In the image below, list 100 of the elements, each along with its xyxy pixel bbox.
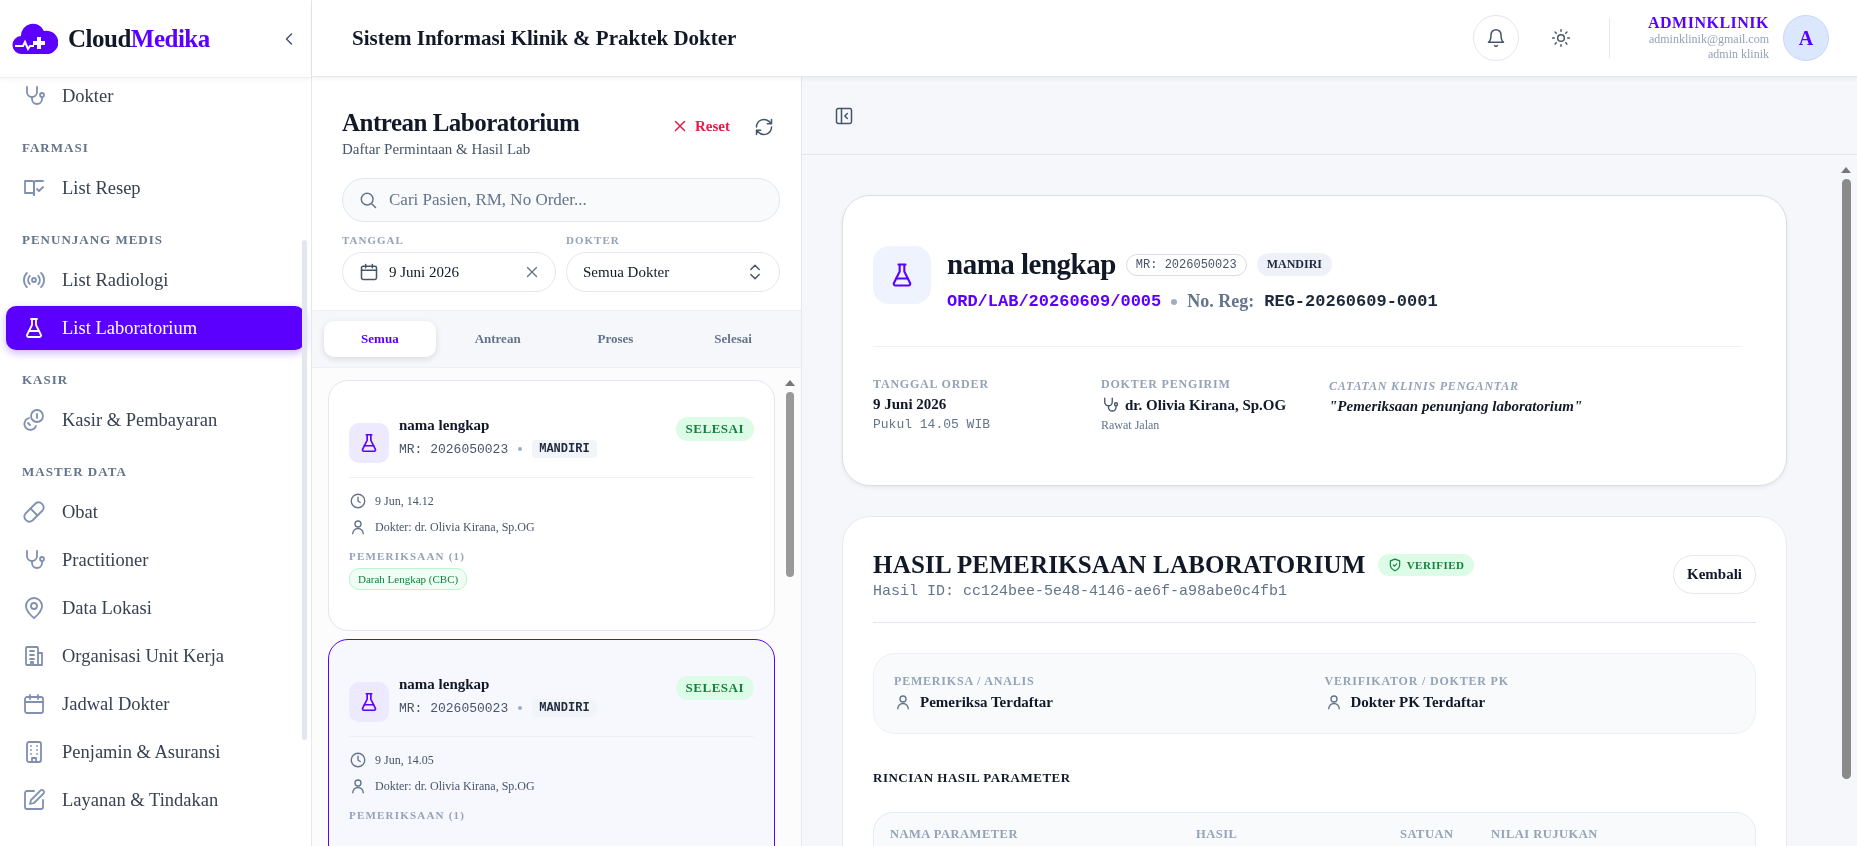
- user-icon: [349, 777, 367, 795]
- column-header: NILAI RUJUKAN: [1491, 827, 1599, 842]
- field-subtext: Pukul 14.05 WIB: [873, 417, 992, 432]
- order-card[interactable]: nama lengkap MR: 2026050023 MANDIRI SELESAI 9 Jun, 14.12 Dokter: dr. Olivia Kirana, Sp.OG PEMERIKSAAN (1) Darah Lengkap (CBC): [328, 380, 775, 631]
- doctor-select[interactable]: Semua Dokter: [566, 252, 780, 292]
- coins-icon: [22, 408, 46, 432]
- filter-tab[interactable]: Semua: [324, 321, 436, 357]
- scrollbar-thumb[interactable]: [1841, 179, 1851, 779]
- clock-icon: [349, 751, 367, 769]
- doctor-name: Dokter: dr. Olivia Kirana, Sp.OG: [375, 519, 535, 535]
- pill-icon: [22, 500, 46, 524]
- scrollbar-thumb[interactable]: [786, 392, 794, 577]
- bell-icon: [1485, 28, 1506, 48]
- filter-label: DOKTER: [566, 234, 621, 246]
- order-time: 9 Jun, 14.12: [375, 493, 434, 509]
- sidebar-item[interactable]: List Radiologi: [6, 258, 305, 302]
- patient-name: nama lengkap: [399, 417, 491, 434]
- scroll-up-arrow-icon[interactable]: [785, 380, 795, 386]
- column-header: SATUAN: [1400, 827, 1455, 842]
- shield-check-icon: [1387, 558, 1402, 572]
- filter-tab[interactable]: Proses: [559, 321, 672, 357]
- order-time: 9 Jun, 14.05: [375, 752, 434, 768]
- field-subtext: Rawat Jalan: [1101, 418, 1161, 433]
- status-badge: SELESAI: [675, 417, 754, 441]
- payer-badge: MANDIRI: [532, 699, 597, 717]
- sidebar-item[interactable]: Layanan & Tindakan: [6, 778, 305, 822]
- column-header: NAMA PARAMETER: [890, 827, 1019, 842]
- staff-name: Pemeriksa Terdaftar: [920, 693, 1053, 711]
- result-title: HASIL PEMERIKSAAN LABORATORIUM: [873, 551, 1366, 579]
- panel-subtitle: Daftar Permintaan & Hasil Lab: [342, 141, 532, 158]
- scroll-up-arrow-icon[interactable]: [1841, 167, 1851, 173]
- sidebar-item[interactable]: List Resep: [6, 166, 305, 210]
- clinical-note: "Pemeriksaan penunjang laboratorium": [1329, 398, 1583, 415]
- verified-badge: VERIFIED: [1377, 554, 1475, 576]
- exam-tag: Darah Lengkap (CBC): [349, 568, 468, 590]
- panel-title: Antrean Laboratorium: [342, 109, 580, 137]
- section-heading: KASIR: [21, 371, 70, 389]
- sidebar-item[interactable]: Data Lokasi: [6, 586, 305, 630]
- field-value: dr. Olivia Kirana, Sp.OG: [1125, 396, 1287, 414]
- staff-label: PEMERIKSA / ANALIS: [894, 674, 1036, 689]
- date-field[interactable]: 9 Juni 2026: [342, 252, 556, 292]
- refresh-icon: [754, 117, 774, 137]
- sidebar-item[interactable]: Practitioner: [6, 538, 305, 582]
- filter-tab[interactable]: Selesai: [677, 321, 789, 357]
- payer-badge: MANDIRI: [532, 440, 597, 458]
- toggle-panel-button[interactable]: [834, 105, 854, 126]
- user-avatar: A: [1783, 15, 1829, 61]
- staff-label: VERIFIKATOR / DOKTER PK: [1324, 674, 1510, 689]
- field-value: 9 Juni 2026: [873, 396, 948, 413]
- user-icon: [894, 693, 912, 711]
- refresh-button[interactable]: [754, 117, 774, 137]
- notification-button[interactable]: [1472, 15, 1519, 61]
- sidebar-item[interactable]: Penjamin & Asuransi: [6, 730, 305, 774]
- filter-tab[interactable]: Antrean: [441, 321, 554, 357]
- user-name: ADMINKLINIK: [1647, 14, 1769, 32]
- result-id: Hasil ID: cc124bee-5e48-4146-ae6f-a98abe0c4fb1: [873, 583, 1289, 600]
- separator-dot: [518, 706, 523, 710]
- edit-icon: [22, 788, 46, 812]
- column-header: HASIL: [1196, 827, 1239, 842]
- sidebar-item[interactable]: Organisasi Unit Kerja: [6, 634, 305, 678]
- exam-heading: PEMERIKSAAN (1): [349, 550, 467, 562]
- sidebar-item[interactable]: Kasir & Pembayaran: [6, 398, 305, 442]
- building-icon: [22, 644, 46, 668]
- theme-toggle-button[interactable]: [1550, 28, 1571, 48]
- separator-dot: [1171, 298, 1178, 305]
- status-badge: SELESAI: [675, 676, 754, 700]
- sidebar-item[interactable]: Jadwal Dokter: [6, 682, 305, 726]
- filter-label: TANGGAL: [342, 234, 405, 246]
- search-field[interactable]: Cari Pasien, RM, No Order...: [342, 178, 780, 222]
- medical-record-number: MR: 2026050023: [399, 441, 509, 457]
- brand-name: CloudMedika: [68, 24, 211, 53]
- field-label: CATATAN KLINIS PENGANTAR: [1329, 379, 1520, 394]
- sun-icon: [1550, 28, 1571, 48]
- order-number: ORD/LAB/20260609/0005: [947, 292, 1162, 311]
- staff-name: Dokter PK Terdaftar: [1350, 693, 1486, 711]
- section-heading: FARMASI: [21, 139, 90, 157]
- back-button[interactable]: Kembali: [1673, 555, 1756, 594]
- section-heading: PENUNJANG MEDIS: [21, 231, 165, 249]
- medical-record-number: MR: 2026050023: [399, 700, 509, 716]
- field-label: TANGGAL ORDER: [873, 377, 990, 392]
- sidebar-item[interactable]: List Laboratorium: [6, 306, 305, 350]
- stethoscope-icon: [1101, 396, 1119, 414]
- user-icon: [349, 518, 367, 536]
- doctor-name: Dokter: dr. Olivia Kirana, Sp.OG: [375, 778, 535, 794]
- patient-name: nama lengkap: [947, 248, 1116, 281]
- exam-heading: PEMERIKSAAN (1): [349, 809, 467, 821]
- clock-icon: [349, 492, 367, 510]
- map-pin-icon: [22, 596, 46, 620]
- sidebar-item[interactable]: Obat: [6, 490, 305, 534]
- order-card[interactable]: nama lengkap MR: 2026050023 MANDIRI SELESAI 9 Jun, 14.05 Dokter: dr. Olivia Kirana, Sp.OG PEMERIKSAAN (1): [328, 639, 775, 846]
- registration-number: REG-20260609-0001: [1264, 292, 1438, 311]
- registration-label: No. Reg:: [1187, 291, 1255, 312]
- section-heading: MASTER DATA: [21, 463, 128, 481]
- user-email: adminklinik@gmail.com: [1648, 32, 1769, 47]
- user-role: admin klinik: [1708, 47, 1769, 62]
- sidebar-item[interactable]: Dokter: [6, 78, 305, 118]
- reset-button[interactable]: Reset: [671, 117, 730, 135]
- patient-name: nama lengkap: [399, 676, 491, 693]
- panel-left-icon: [834, 105, 854, 126]
- calendar-icon: [22, 692, 46, 716]
